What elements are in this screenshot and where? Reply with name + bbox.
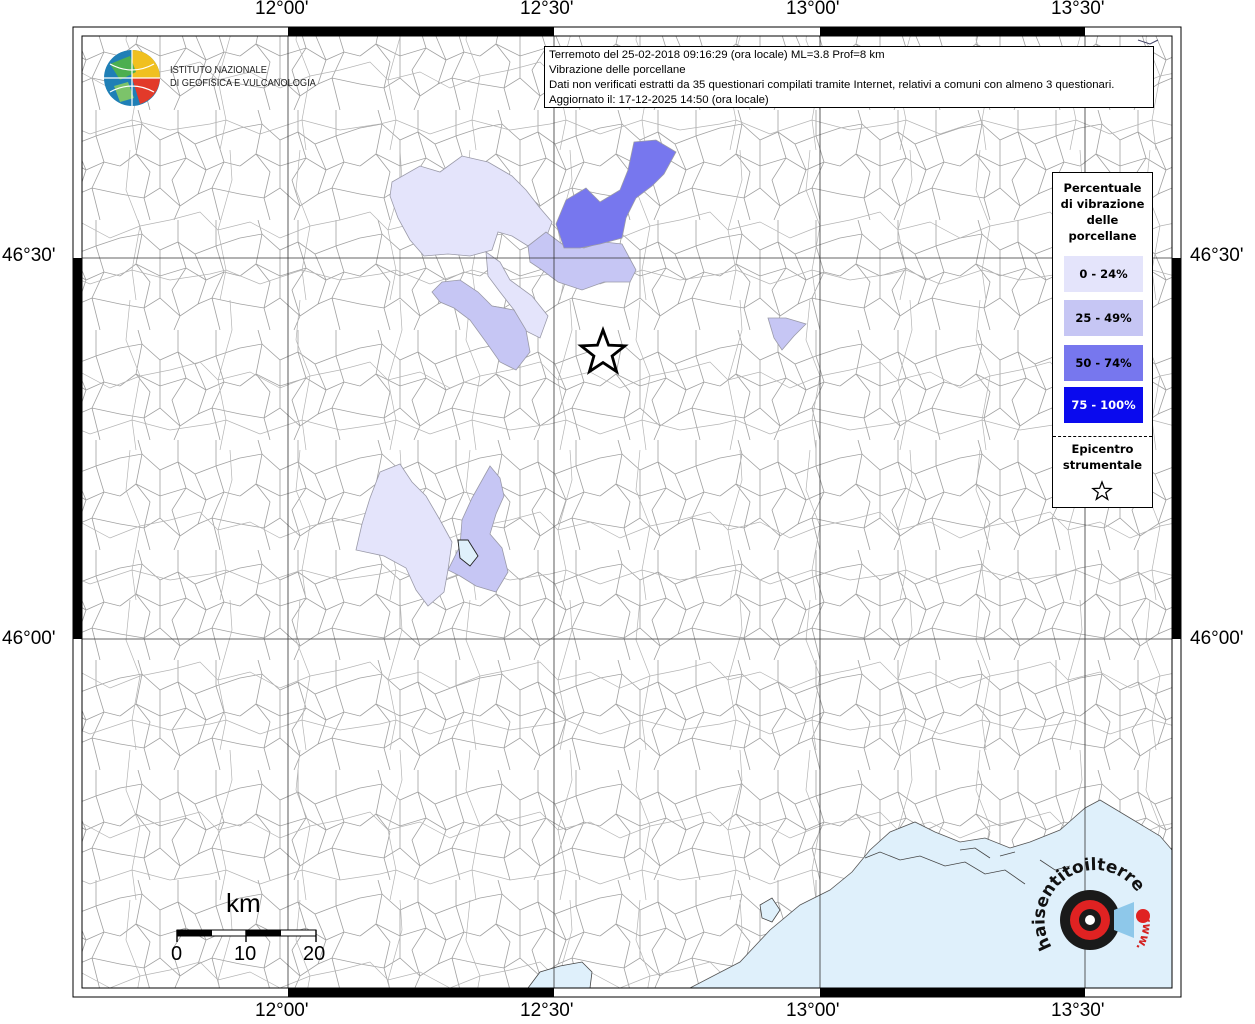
ingv-globe-icon <box>104 50 160 106</box>
legend-title-line: porcellane <box>1068 229 1137 243</box>
legend-epicenter-line: strumentale <box>1062 458 1143 472</box>
legend-epicenter-label: Epicentro strumentale <box>1053 441 1152 473</box>
scale-unit: km <box>226 888 261 918</box>
parameter-line: Vibrazione delle porcellane <box>549 64 686 76</box>
institute-line-2: DI GEOFISICA E VULCANOLOGIA <box>170 76 316 89</box>
scale-label-0: 0 <box>171 943 183 965</box>
event-line: Terremoto del 25-02-2018 09:16:29 (ora l… <box>549 49 885 61</box>
legend-title-line: Percentuale <box>1063 181 1142 195</box>
legend-title-line: delle <box>1086 213 1119 227</box>
data-note-line: Dati non verificati estratti da 35 quest… <box>549 79 1115 91</box>
event-info-box: Terremoto del 25-02-2018 09:16:29 (ora l… <box>544 46 1154 108</box>
legend-separator <box>1053 436 1152 437</box>
institute-name: ISTITUTO NAZIONALE DI GEOFISICA E VULCAN… <box>170 64 316 89</box>
legend-class-3: 75 - 100% <box>1064 387 1143 423</box>
scale-label-10: 10 <box>234 943 257 965</box>
legend: Percentuale di vibrazione delle porcella… <box>1052 172 1153 508</box>
map-area <box>82 36 1172 988</box>
legend-epicenter-line: Epicentro <box>1071 442 1134 456</box>
legend-title: Percentuale di vibrazione delle porcella… <box>1053 180 1152 244</box>
legend-star-icon <box>1091 480 1113 501</box>
legend-class-label: 25 - 49% <box>1075 311 1132 325</box>
legend-class-label: 50 - 74% <box>1075 356 1132 370</box>
legend-class-2: 50 - 74% <box>1064 345 1143 381</box>
institute-line-1: ISTITUTO NAZIONALE <box>170 64 267 76</box>
legend-class-label: 75 - 100% <box>1071 398 1136 412</box>
legend-class-1: 25 - 49% <box>1064 300 1143 336</box>
legend-title-line: di vibrazione <box>1060 197 1145 211</box>
scale-label-20: 20 <box>303 943 326 965</box>
haisentito-badge[interactable]: haisentitoilterremoto.it www. <box>1030 852 1160 982</box>
badge-info-dot-icon <box>1136 909 1150 923</box>
updated-line: Aggiornato il: 17-12-2025 14:50 (ora loc… <box>549 94 769 106</box>
legend-class-label: 0 - 24% <box>1079 267 1128 281</box>
legend-class-0: 0 - 24% <box>1064 256 1143 292</box>
